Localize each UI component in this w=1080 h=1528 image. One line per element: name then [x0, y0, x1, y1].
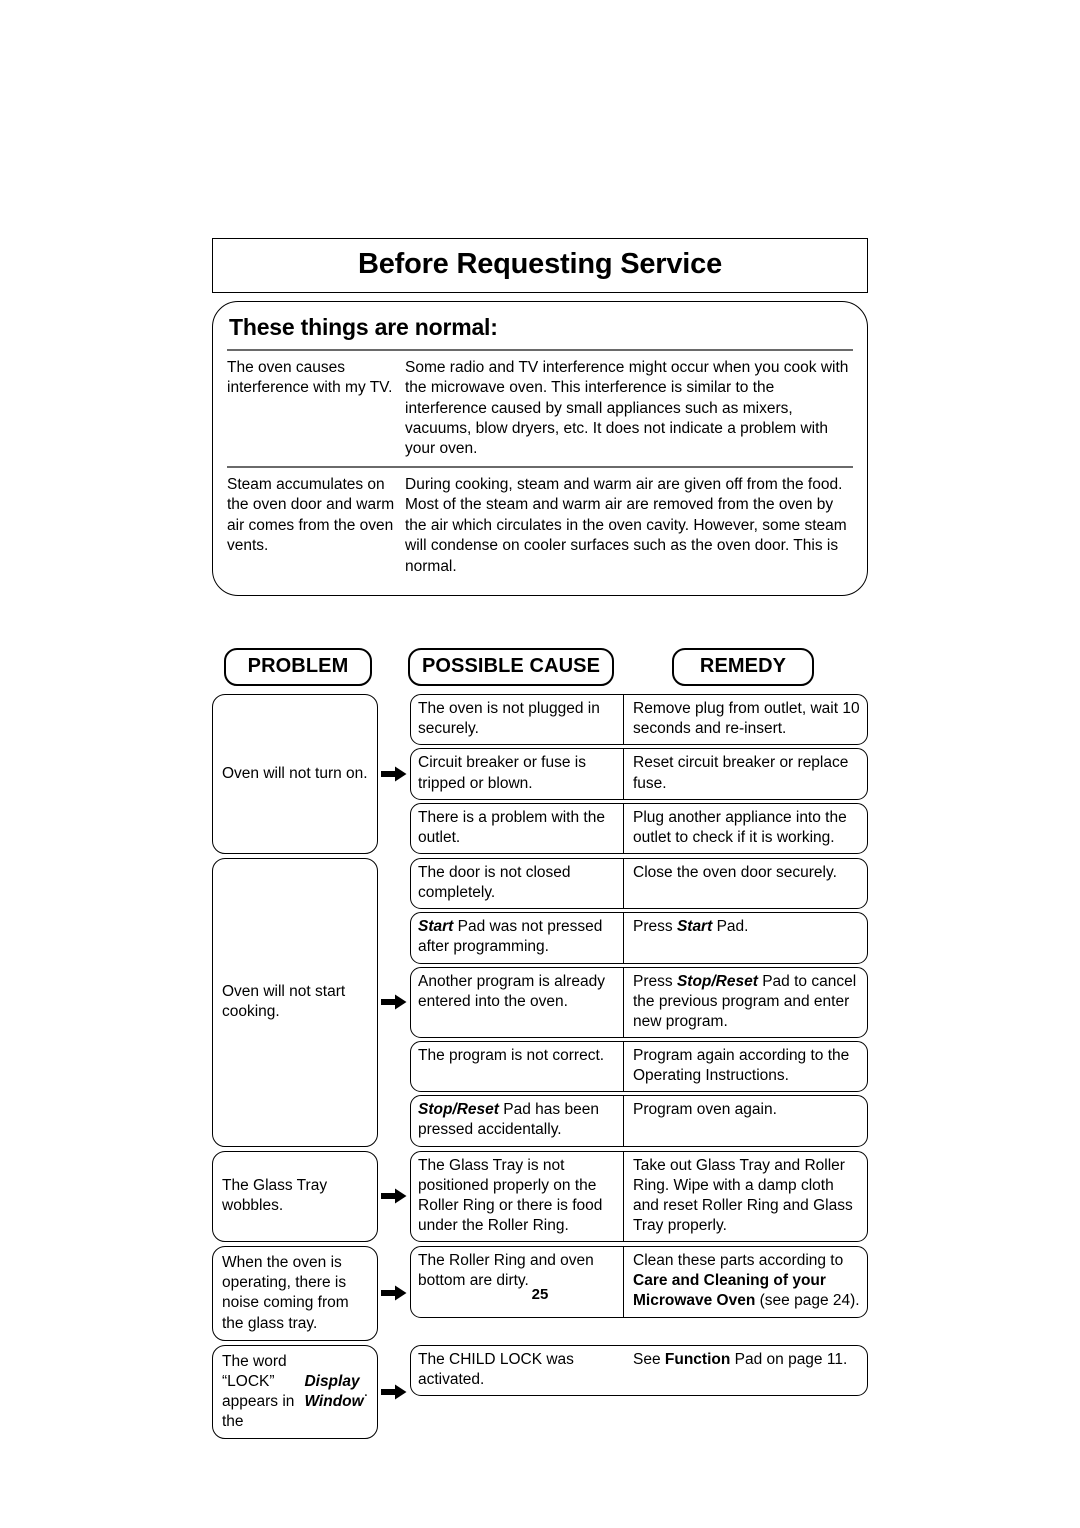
- table-row: Circuit breaker or fuse is tripped or bl…: [410, 748, 868, 800]
- column-headers: PROBLEM POSSIBLE CAUSE REMEDY: [212, 648, 868, 687]
- table-row: The program is not correct. Program again…: [410, 1040, 868, 1093]
- remedy-cell: Close the oven door securely.: [633, 863, 837, 881]
- text-run: Stop/Reset: [676, 972, 758, 990]
- table-row: The Glass Tray is not positioned properl…: [410, 1150, 868, 1243]
- normal-section-heading: These things are normal:: [229, 314, 498, 340]
- possible-cause-cell: Circuit breaker or fuse is tripped or bl…: [411, 749, 624, 799]
- problem-cell: The Glass Tray wobbles.: [212, 1150, 378, 1243]
- remedy-cell: Program oven again.: [633, 1101, 777, 1119]
- text-run: The word “LOCK” appears in the: [222, 1352, 295, 1431]
- arrow-right-icon: [378, 858, 410, 1147]
- table-row: There is a problem with the outlet. Plug …: [410, 802, 868, 854]
- cause-remedy-rows: The CHILD LOCK was activated. See Functio…: [410, 1344, 868, 1440]
- normal-answer: During cooking, steam and warm air are g…: [405, 475, 847, 575]
- table-row: The oven is not plugged in securely. Remo…: [410, 694, 868, 746]
- arrow-right-icon: [378, 694, 410, 854]
- possible-cause-cell: There is a problem with the outlet.: [411, 803, 624, 853]
- divider: [227, 348, 853, 351]
- remedy-cell: Remove plug from outlet, wait 10 seconds…: [633, 700, 860, 738]
- possible-cause-cell: The door is not closed completely.: [411, 858, 624, 909]
- possible-cause-cell: The Roller Ring and oven bottom are dirt…: [411, 1247, 624, 1317]
- table-row: The door is not closed completely. Close …: [410, 857, 868, 910]
- troubleshooting-group: Oven will not turn on. The oven is not pl…: [212, 694, 868, 854]
- these-things-are-normal-panel: These things are normal: The oven causes…: [212, 301, 868, 597]
- page-number: 25: [531, 1286, 549, 1303]
- normal-question: Steam accumulates on the oven door and w…: [227, 475, 395, 555]
- possible-cause-cell: The CHILD LOCK was activated.: [418, 1350, 574, 1388]
- table-row: Another program is already entered into …: [410, 966, 868, 1038]
- chapter-title-bar: Before Requesting Service: [212, 238, 868, 293]
- text-run: Start: [676, 918, 713, 936]
- remedy-cell: Reset circuit breaker or replace fuse.: [633, 754, 849, 792]
- table-row: The CHILD LOCK was activated. See Functio…: [410, 1344, 868, 1396]
- remedy-cell: Plug another appliance into the outlet t…: [633, 808, 847, 846]
- troubleshooting-group: The Glass Tray wobbles. The Glass Tray is…: [212, 1150, 868, 1243]
- possible-cause-cell: The oven is not plugged in securely.: [411, 695, 624, 745]
- header-badge-problem: PROBLEM: [224, 648, 372, 687]
- normal-row: Steam accumulates on the oven door and w…: [227, 475, 853, 583]
- possible-cause-cell: Another program is already entered into …: [411, 967, 624, 1037]
- text-run: Stop/Reset: [418, 1101, 499, 1119]
- problem-cell-wrap: Oven will not start cooking.: [212, 857, 378, 1147]
- remedy-cell: Take out Glass Tray and Roller Ring. Wip…: [633, 1156, 853, 1234]
- possible-cause-cell: Stop/Reset Pad has been pressed accident…: [411, 1096, 624, 1146]
- table-row: Start Pad was not pressed after programm…: [410, 912, 868, 964]
- normal-answer: Some radio and TV interference might occ…: [405, 358, 849, 458]
- arrow-right-icon: [378, 1151, 410, 1243]
- text-run: .: [363, 1382, 368, 1400]
- remedy-cell: Press Start Pad.: [624, 913, 867, 962]
- page-content: Before Requesting Service These things a…: [212, 238, 868, 1443]
- problem-cell: Oven will not start cooking.: [212, 857, 378, 1147]
- troubleshooting-group: Oven will not start cooking. The door is …: [212, 857, 868, 1147]
- header-badge-remedy: REMEDY: [672, 648, 814, 687]
- problem-cell-wrap: The Glass Tray wobbles.: [212, 1150, 378, 1243]
- possible-cause-cell: The program is not correct.: [411, 1041, 624, 1092]
- problem-cell-wrap: The word “LOCK” appears in the Display W…: [212, 1344, 378, 1440]
- table-row: Stop/Reset Pad has been pressed accident…: [410, 1095, 868, 1147]
- text-run: Function: [664, 1350, 731, 1368]
- text-run: Start: [418, 918, 454, 936]
- remedy-cell: Clean these parts according to Care and …: [624, 1247, 867, 1316]
- cause-remedy-rows: The oven is not plugged in securely. Remo…: [410, 694, 868, 854]
- problem-cell-wrap: Oven will not turn on.: [212, 694, 378, 854]
- troubleshooting-table: Oven will not turn on. The oven is not pl…: [212, 694, 868, 1440]
- divider: [227, 465, 853, 468]
- possible-cause-cell: The Glass Tray is not positioned properl…: [411, 1151, 624, 1242]
- remedy-cell: Press Stop/Reset Pad to cancel the previ…: [624, 968, 867, 1037]
- text-run: Press: [633, 972, 677, 990]
- cause-remedy-rows: The Glass Tray is not positioned properl…: [410, 1150, 868, 1243]
- normal-question: The oven causes interference with my TV.: [227, 358, 393, 397]
- text-run: Display Window: [304, 1372, 364, 1410]
- remedy-cell: See Function Pad on page 11.: [624, 1346, 867, 1395]
- text-run: Clean these parts according to: [633, 1252, 844, 1270]
- table-row: The Roller Ring and oven bottom are dirt…: [410, 1246, 868, 1318]
- header-badge-possible-cause: POSSIBLE CAUSE: [408, 648, 614, 687]
- text-run: See: [633, 1350, 665, 1368]
- normal-row: The oven causes interference with my TV.…: [227, 358, 853, 466]
- arrow-right-icon: [378, 1345, 410, 1440]
- text-run: Pad on page 11.: [730, 1350, 848, 1368]
- problem-cell: The word “LOCK” appears in the Display W…: [212, 1344, 378, 1440]
- remedy-cell: Program again according to the Operating…: [633, 1046, 850, 1085]
- text-run: Press: [633, 918, 677, 936]
- text-run: Pad.: [712, 918, 749, 936]
- problem-cell: Oven will not turn on.: [212, 694, 378, 854]
- cause-remedy-rows: The door is not closed completely. Close …: [410, 857, 868, 1147]
- troubleshooting-group: The word “LOCK” appears in the Display W…: [212, 1344, 868, 1440]
- chapter-title: Before Requesting Service: [357, 248, 723, 280]
- possible-cause-cell: Start Pad was not pressed after programm…: [411, 913, 624, 963]
